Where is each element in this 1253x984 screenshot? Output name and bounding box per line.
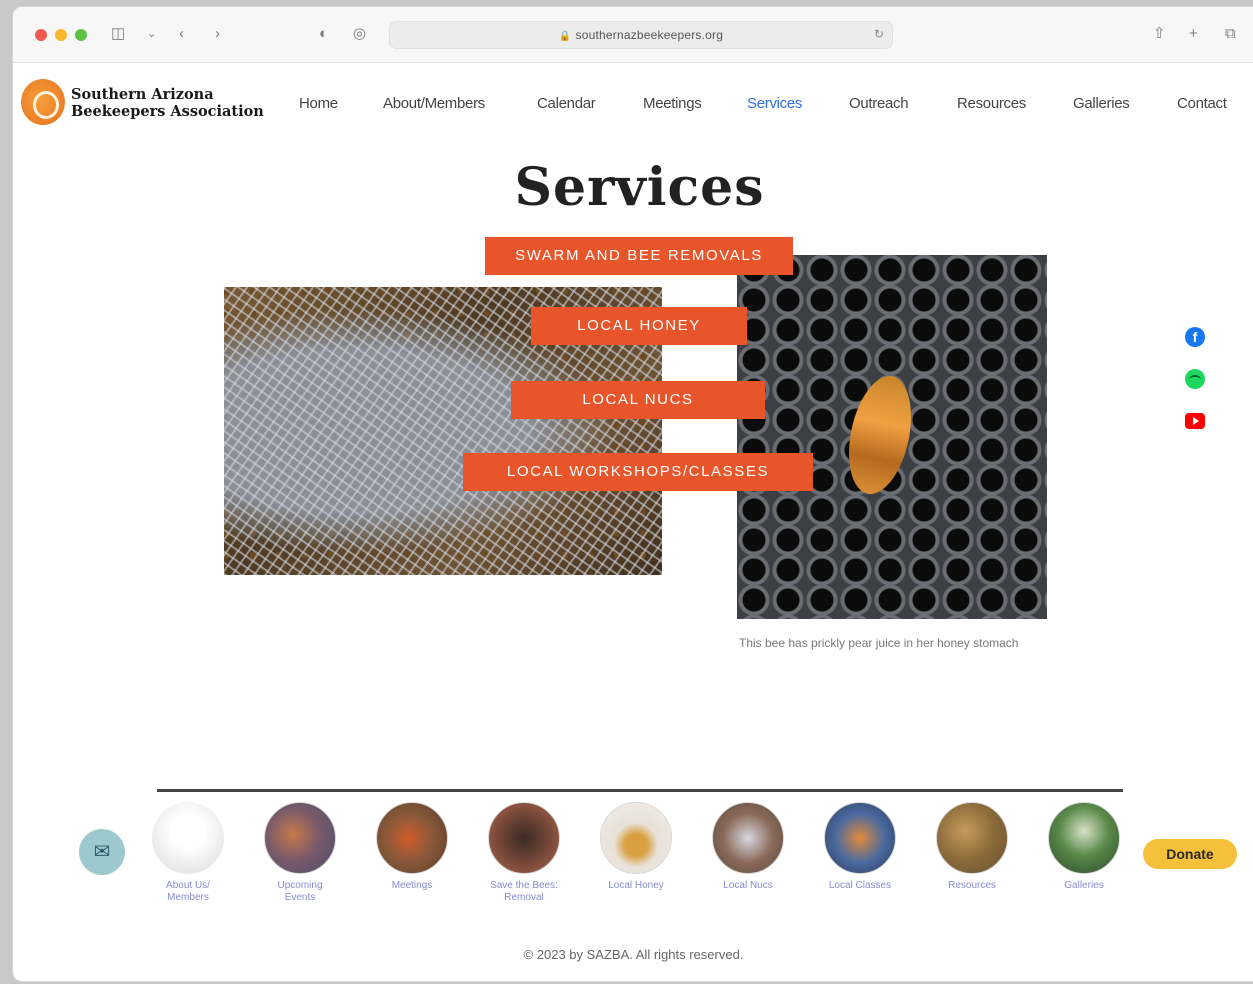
footer-link-removal[interactable]: Save the Bees: Removal (487, 802, 561, 904)
footer-label: Galleries (1064, 880, 1104, 891)
footer-label: Save the Bees: Removal (490, 880, 558, 903)
nav-calendar[interactable]: Calendar (537, 95, 596, 112)
footer-link-classes[interactable]: Local Classes (823, 802, 897, 892)
nav-outreach[interactable]: Outreach (849, 95, 909, 112)
nav-contact[interactable]: Contact (1177, 95, 1227, 112)
main-nav: Home About/Members Calendar Meetings Ser… (13, 95, 1253, 115)
back-icon[interactable]: ‹ (179, 23, 184, 45)
footer-link-events[interactable]: Upcoming Events (263, 802, 337, 904)
nav-services[interactable]: Services (747, 95, 802, 112)
galleries-thumb (1048, 802, 1120, 874)
footer-link-about[interactable]: About Us/ Members (151, 802, 225, 904)
footer-label: Resources (948, 880, 996, 891)
comb-photo-caption: This bee has prickly pear juice in her h… (739, 636, 1019, 650)
nav-home[interactable]: Home (299, 95, 338, 112)
share-icon[interactable]: ⇧ (1153, 23, 1166, 45)
tab-overview-icon[interactable]: ⧉ (1225, 23, 1236, 45)
local-nucs-button[interactable]: LOCAL NUCS (511, 381, 765, 419)
footer-label: Local Nucs (723, 880, 773, 891)
reload-icon[interactable]: ↻ (874, 27, 884, 41)
honey-thumb (600, 802, 672, 874)
privacy-icon[interactable]: ◐ (319, 23, 328, 45)
footer-link-nucs[interactable]: Local Nucs (711, 802, 785, 892)
minimize-window-button[interactable] (55, 29, 67, 41)
mail-icon[interactable]: ✉ (79, 829, 125, 875)
forward-icon[interactable]: › (215, 23, 220, 45)
footer-label: Upcoming Events (277, 880, 323, 903)
nav-galleries[interactable]: Galleries (1073, 95, 1130, 112)
removal-thumb (488, 802, 560, 874)
browser-toolbar: ◫ ⌄ ‹ › ◐ ◎ 🔒 southernazbeekeepers.org ↻ … (13, 7, 1253, 63)
sidebar-toggle-icon[interactable]: ◫ (111, 23, 125, 45)
close-window-button[interactable] (35, 29, 47, 41)
new-tab-icon[interactable]: + (1189, 23, 1198, 45)
address-url: southernazbeekeepers.org (575, 28, 724, 42)
footer-link-galleries[interactable]: Galleries (1047, 802, 1121, 892)
footer-link-honey[interactable]: Local Honey (599, 802, 673, 892)
nav-about-members[interactable]: About/Members (383, 95, 485, 112)
classes-thumb (824, 802, 896, 874)
footer-label: Local Classes (828, 880, 892, 891)
local-workshops-button[interactable]: LOCAL WORKSHOPS/CLASSES (463, 453, 813, 491)
donate-button[interactable]: Donate (1143, 839, 1237, 869)
footer-link-resources[interactable]: Resources (935, 802, 1009, 892)
nav-meetings[interactable]: Meetings (643, 95, 702, 112)
footer-divider (157, 789, 1123, 792)
nav-resources[interactable]: Resources (957, 95, 1026, 112)
nucs-thumb (712, 802, 784, 874)
local-honey-button[interactable]: LOCAL HONEY (531, 307, 747, 345)
footer-label: About Us/ Members (166, 880, 210, 903)
lock-icon: 🔒 (558, 31, 572, 42)
meetings-thumb (376, 802, 448, 874)
swarm-removals-button[interactable]: SWARM AND BEE REMOVALS (485, 237, 793, 275)
beekeeper-sketch-thumb (152, 802, 224, 874)
zoom-window-button[interactable] (75, 29, 87, 41)
facebook-icon[interactable]: f (1185, 327, 1205, 347)
footer-label: Meetings (391, 880, 433, 891)
spotify-icon[interactable] (1185, 369, 1205, 389)
copyright-text: © 2023 by SAZBA. All rights reserved. (523, 947, 744, 962)
browser-window: ◫ ⌄ ‹ › ◐ ◎ 🔒 southernazbeekeepers.org ↻ … (12, 6, 1253, 982)
page-title: Services (514, 157, 765, 218)
address-bar[interactable]: 🔒 southernazbeekeepers.org ↻ (389, 21, 893, 49)
chevron-down-icon[interactable]: ⌄ (147, 23, 156, 45)
resources-thumb (936, 802, 1008, 874)
footer-link-meetings[interactable]: Meetings (375, 802, 449, 892)
events-thumb (264, 802, 336, 874)
youtube-icon[interactable] (1185, 413, 1205, 429)
footer-label: Local Honey (608, 880, 664, 891)
extensions-icon[interactable]: ◎ (353, 23, 366, 45)
